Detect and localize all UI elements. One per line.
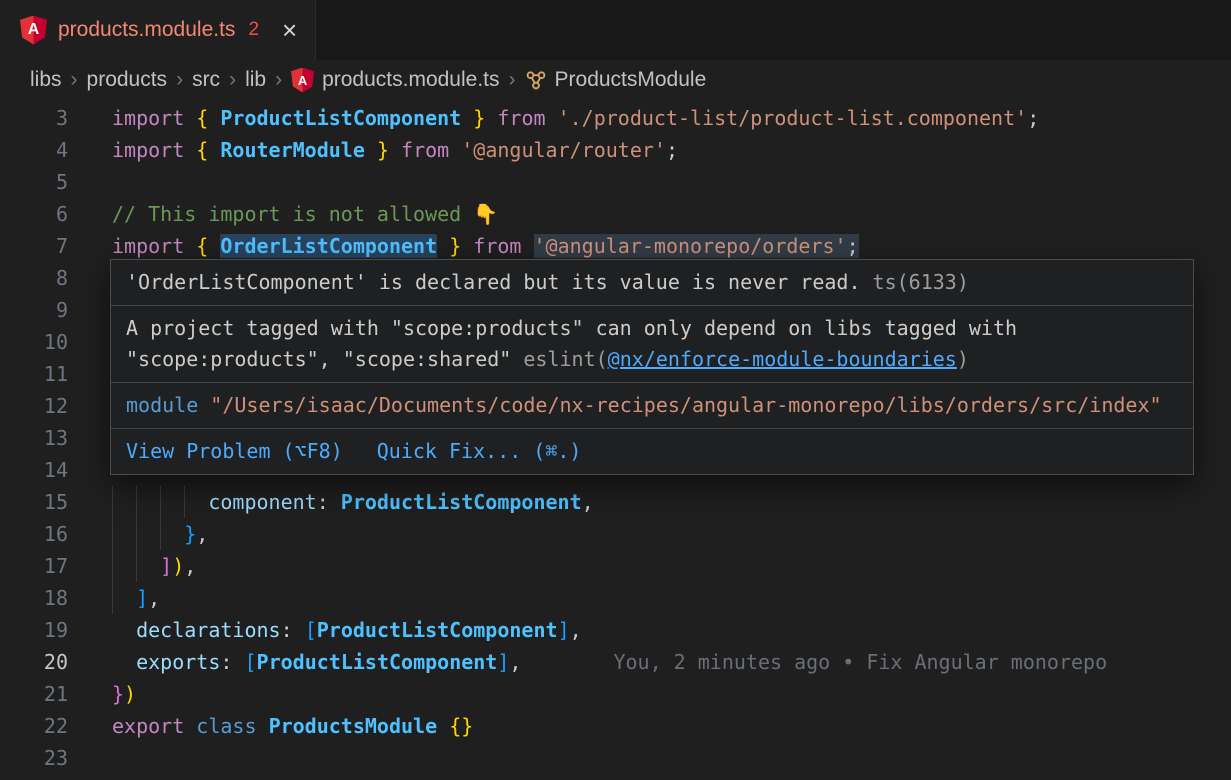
line-number: 12 [0, 390, 68, 422]
line-number: 5 [0, 166, 68, 198]
breadcrumb-item-products[interactable]: products [87, 68, 168, 92]
breadcrumb-item-products-module-ts[interactable]: Aproducts.module.ts [291, 68, 499, 93]
code-line-content: }, [112, 518, 208, 550]
code-line-content: ], [112, 582, 160, 614]
breadcrumb-item-src[interactable]: src [192, 68, 220, 92]
tab-bar: A products.module.ts 2 × [0, 0, 1231, 60]
code-line-3[interactable]: 3 import { ProductListComponent } from '.… [0, 102, 1231, 134]
line-number: 14 [0, 454, 68, 486]
angular-icon: A [291, 68, 314, 93]
code-line-content: // This import is not allowed 👇 [112, 198, 498, 230]
git-blame-annotation: You, 2 minutes ago • Fix Angular monorep… [613, 650, 1107, 674]
line-number: 3 [0, 102, 68, 134]
code-line-content: exports: [ProductListComponent],You, 2 m… [112, 646, 1107, 678]
line-number: 21 [0, 678, 68, 710]
line-number: 10 [0, 326, 68, 358]
line-number: 7 [0, 230, 68, 262]
ts-error-message: 'OrderListComponent' is declared but its… [111, 260, 1193, 306]
angular-icon: A [20, 16, 47, 45]
code-line-6[interactable]: 6 // This import is not allowed 👇 [0, 198, 1231, 230]
breadcrumb-label: libs [30, 68, 62, 92]
breadcrumb-separator: › [509, 68, 516, 92]
breadcrumb-separator: › [229, 68, 236, 92]
line-number: 16 [0, 518, 68, 550]
code-line-content: declarations: [ProductListComponent], [112, 614, 582, 646]
breadcrumb-label: ProductsModule [555, 68, 707, 92]
code-line-5[interactable]: 5 [0, 166, 1231, 198]
breadcrumb-separator: › [71, 68, 78, 92]
class-symbol-icon [525, 69, 547, 91]
code-line-7[interactable]: 7 import { OrderListComponent } from '@an… [0, 230, 1231, 262]
code-line-content: import { OrderListComponent } from '@ang… [112, 230, 859, 262]
module-path-message: module "/Users/isaac/Documents/code/nx-r… [111, 383, 1193, 429]
tab-products-module-ts[interactable]: A products.module.ts 2 × [0, 0, 316, 60]
breadcrumb-item-productsmodule[interactable]: ProductsModule [525, 68, 707, 92]
breadcrumb-separator: › [176, 68, 183, 92]
code-line-content: import { ProductListComponent } from './… [112, 102, 1039, 134]
line-number: 9 [0, 294, 68, 326]
line-number: 8 [0, 262, 68, 294]
eslint-error-message: A project tagged with "scope:products" c… [111, 306, 1193, 383]
tab-problems-badge: 2 [248, 19, 259, 41]
close-icon[interactable]: × [282, 17, 297, 43]
line-number: 15 [0, 486, 68, 518]
code-line-16[interactable]: 16 }, [0, 518, 1231, 550]
breadcrumb-label: products [87, 68, 168, 92]
line-number: 18 [0, 582, 68, 614]
code-line-19[interactable]: 19 declarations: [ProductListComponent], [0, 614, 1231, 646]
problem-hover-popup: 'OrderListComponent' is declared but its… [110, 259, 1194, 475]
code-line-23[interactable]: 23 [0, 742, 1231, 774]
breadcrumb-label: src [192, 68, 220, 92]
code-line-4[interactable]: 4 import { RouterModule } from '@angular/… [0, 134, 1231, 166]
code-line-17[interactable]: 17 ]), [0, 550, 1231, 582]
angular-icon-letter: A [28, 21, 40, 39]
code-line-content: import { RouterModule } from '@angular/r… [112, 134, 678, 166]
line-number: 17 [0, 550, 68, 582]
angular-icon-letter: A [298, 73, 307, 88]
line-number: 22 [0, 710, 68, 742]
view-problem-action[interactable]: View Problem (⌥F8) [126, 436, 343, 467]
code-line-15[interactable]: 15 component: ProductListComponent, [0, 486, 1231, 518]
breadcrumb: libs › products › src › lib › Aproducts.module.t… [0, 60, 1231, 100]
error-squiggle: import { OrderListComponent } from '@ang… [112, 234, 859, 258]
line-number: 6 [0, 198, 68, 230]
tab-title: products.module.ts [58, 18, 235, 42]
breadcrumb-separator: › [275, 68, 282, 92]
hover-status-bar: View Problem (⌥F8) Quick Fix... (⌘.) [111, 429, 1193, 474]
quick-fix-action[interactable]: Quick Fix... (⌘.) [377, 436, 582, 467]
code-line-content: component: ProductListComponent, [112, 486, 594, 518]
line-number: 4 [0, 134, 68, 166]
code-line-20[interactable]: 20 exports: [ProductListComponent],You, … [0, 646, 1231, 678]
line-number: 19 [0, 614, 68, 646]
breadcrumb-item-lib[interactable]: lib [245, 68, 266, 92]
line-number: 13 [0, 422, 68, 454]
code-line-21[interactable]: 21}) [0, 678, 1231, 710]
code-line-22[interactable]: 22 export class ProductsModule {} [0, 710, 1231, 742]
code-line-content: }) [112, 678, 136, 710]
eslint-rule-link[interactable]: @nx/enforce-module-boundaries [608, 347, 957, 371]
breadcrumb-item-libs[interactable]: libs [30, 68, 62, 92]
line-number: 20 [0, 646, 68, 678]
code-line-content: ]), [112, 550, 196, 582]
breadcrumb-label: products.module.ts [322, 68, 499, 92]
line-number: 11 [0, 358, 68, 390]
code-line-content: export class ProductsModule {} [112, 710, 473, 742]
breadcrumb-label: lib [245, 68, 266, 92]
line-number: 23 [0, 742, 68, 774]
code-line-18[interactable]: 18 ], [0, 582, 1231, 614]
